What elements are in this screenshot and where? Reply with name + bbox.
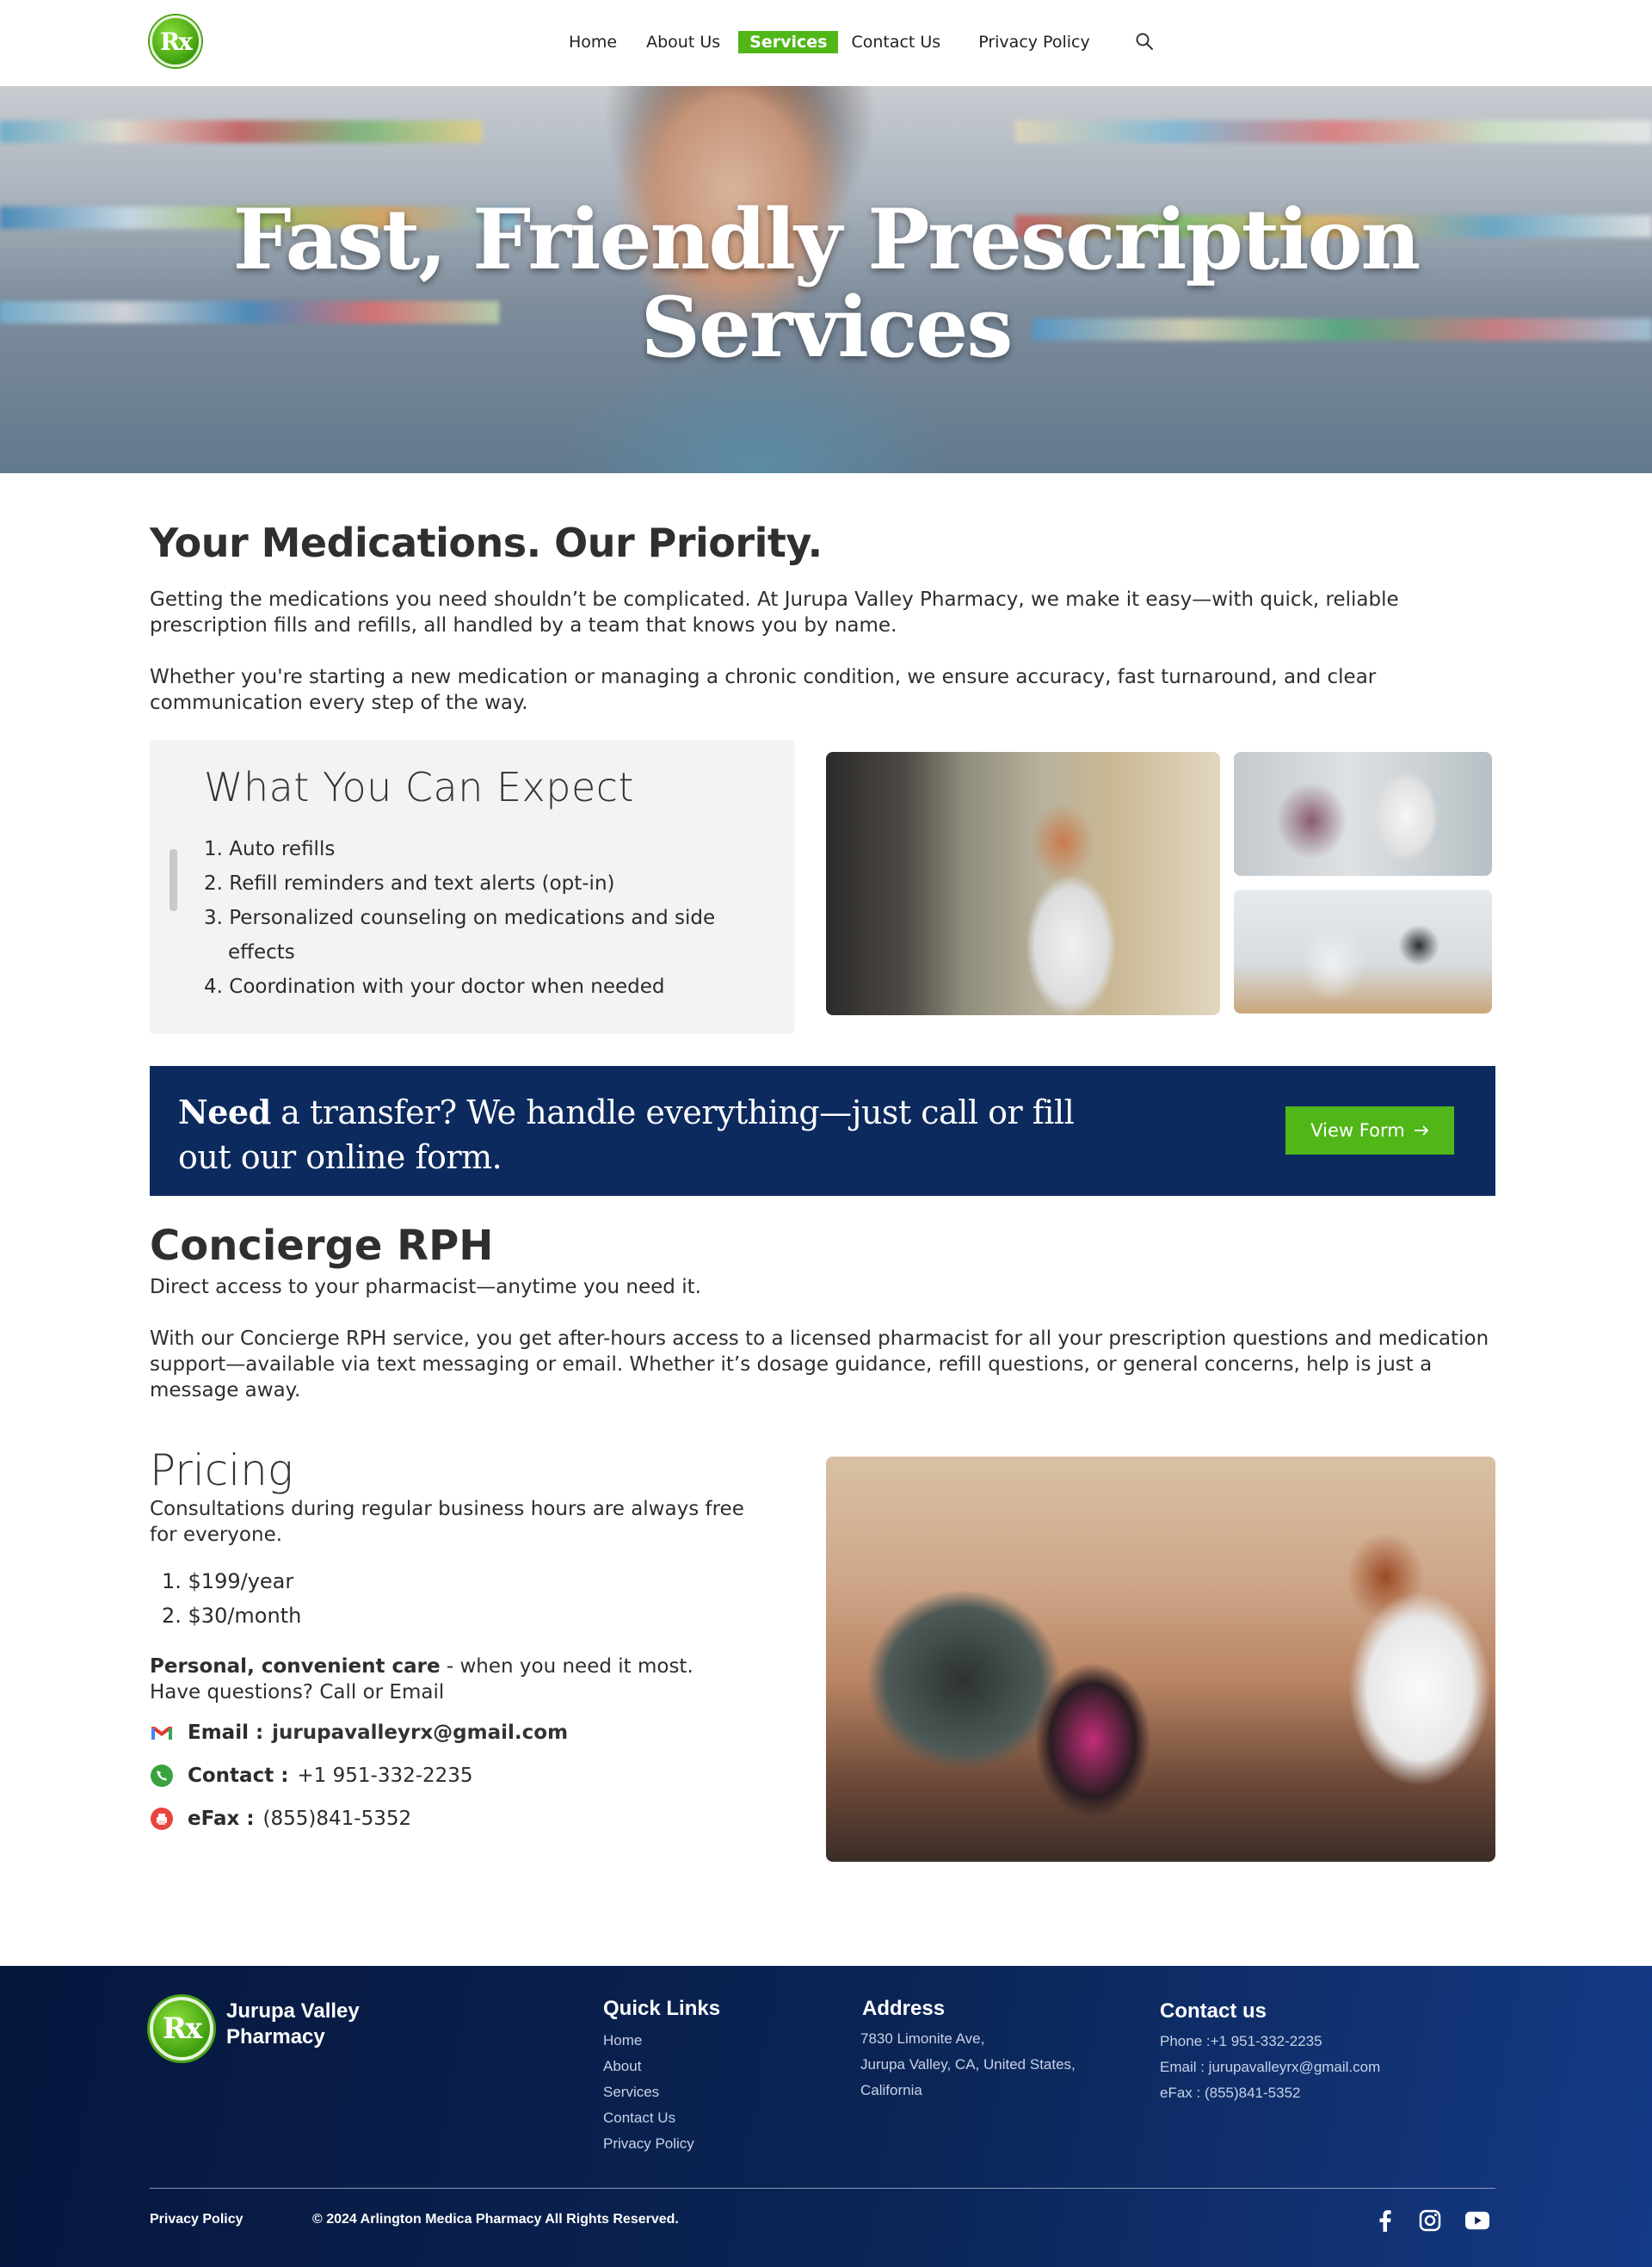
intro-paragraph: Whether you're starting a new medication…	[150, 666, 1377, 714]
search-icon[interactable]	[1134, 31, 1155, 52]
main-nav: Home About Us Services Contact Us Privac…	[558, 29, 1108, 55]
expect-card: What You Can Expect 1. Auto refills 2. R…	[150, 740, 795, 1034]
banner-bold: Need	[178, 1093, 271, 1131]
pricing-heading: Pricing	[150, 1445, 293, 1495]
copyright: © 2024 Arlington Medica Pharmacy All Rig…	[312, 2212, 679, 2227]
footer-contact-list: Phone :+1 951-332-2235 Email : jurupaval…	[1160, 2029, 1380, 2106]
nav-services[interactable]: Services	[738, 31, 839, 53]
footer-link-contact-us[interactable]: Contact Us	[603, 2105, 694, 2131]
footer-phone[interactable]: Phone :+1 951-332-2235	[1160, 2029, 1380, 2054]
gmail-icon	[150, 1721, 174, 1745]
pharmacy-counter-photo	[826, 1457, 1495, 1862]
address-list: 7830 Limonite Ave, Jurupa Valley, CA, Un…	[860, 2026, 1076, 2104]
transfer-banner: Need a transfer? We handle everything—ju…	[150, 1066, 1495, 1196]
arrow-right-icon	[1414, 1125, 1428, 1136]
hero-shelf	[0, 120, 482, 143]
tagline-line2: Have questions? Call or Email	[150, 1681, 445, 1703]
contact-value: +1 951-332-2235	[297, 1765, 473, 1787]
site-footer: Rx Jurupa Valley Pharmacy Quick Links Ho…	[0, 1966, 1652, 2267]
intro-paragraph: Getting the medications you need shouldn…	[150, 588, 1399, 637]
nav-privacy-policy[interactable]: Privacy Policy	[967, 31, 1100, 53]
footer-brand-name: Jurupa Valley Pharmacy	[226, 1999, 360, 2048]
facebook-icon[interactable]	[1373, 2208, 1397, 2233]
view-form-button[interactable]: View Form	[1285, 1106, 1454, 1155]
contact-title: Contact us	[1160, 1999, 1267, 2023]
instagram-icon[interactable]	[1418, 2208, 1442, 2233]
youtube-icon[interactable]	[1465, 2208, 1489, 2233]
rx-logo[interactable]: Rx	[150, 15, 201, 67]
site-header: Rx Home About Us Services Contact Us Pri…	[0, 0, 1652, 86]
section-heading: Your Medications. Our Priority.	[150, 520, 823, 566]
hero-title-line1: Fast, Friendly Prescription	[232, 191, 1421, 288]
footer-divider	[150, 2188, 1495, 2189]
expect-list: 1. Auto refills 2. Refill reminders and …	[204, 832, 737, 1004]
address-line: Jurupa Valley, CA, United States,	[860, 2056, 1076, 2073]
contact-value: jurupavalleyrx@gmail.com	[272, 1722, 569, 1744]
footer-email[interactable]: Email : jurupavalleyrx@gmail.com	[1160, 2054, 1380, 2080]
contact-label: Email :	[188, 1722, 264, 1744]
pricing-note: Consultations during regular business ho…	[150, 1498, 744, 1546]
contact-fax[interactable]: eFax : (855)841-5352	[150, 1807, 411, 1831]
hero-title: Fast, Friendly Prescription Services	[0, 196, 1652, 372]
list-item: 2. Refill reminders and text alerts (opt…	[204, 872, 615, 895]
hero-title-line2: Services	[640, 279, 1014, 376]
list-item: 1. Auto refills	[204, 838, 336, 860]
button-label: View Form	[1310, 1120, 1405, 1141]
footer-link-about[interactable]: About	[603, 2054, 694, 2079]
footer-link-home[interactable]: Home	[603, 2028, 694, 2054]
pharmacist-at-counter-photo	[826, 752, 1220, 1015]
fax-icon	[150, 1807, 174, 1831]
hero-shelf	[1015, 120, 1652, 143]
phone-icon	[150, 1764, 174, 1788]
pharmacist-consultation-photo	[1234, 752, 1492, 876]
address-title: Address	[862, 1997, 946, 2020]
logo-text: Rx	[162, 2011, 203, 2046]
logo-text: Rx	[160, 27, 193, 56]
quick-links-list: Home About Services Contact Us Privacy P…	[603, 2028, 694, 2157]
concierge-body: With our Concierge RPH service, you get …	[150, 1328, 1489, 1401]
pricing-tagline: Personal, convenient care - when you nee…	[150, 1654, 752, 1705]
contact-phone[interactable]: Contact : +1 951-332-2235	[150, 1764, 473, 1788]
concierge-subtitle: Direct access to your pharmacist—anytime…	[150, 1276, 701, 1298]
hero-banner: Fast, Friendly Prescription Services	[0, 86, 1652, 473]
footer-link-services[interactable]: Services	[603, 2079, 694, 2105]
contact-value: (855)841-5352	[262, 1808, 412, 1830]
nav-contact-us[interactable]: Contact Us	[840, 31, 952, 53]
contact-label: Contact :	[188, 1765, 289, 1787]
pharmacist-on-phone-photo	[1234, 890, 1492, 1013]
address-line: California	[860, 2082, 922, 2098]
price-item: 2. $30/month	[162, 1604, 302, 1628]
price-item: 1. $199/year	[162, 1569, 294, 1593]
tagline-rest: - when you need it most.	[440, 1655, 693, 1678]
list-item: 3. Personalized counseling on medication…	[204, 907, 716, 964]
nav-home[interactable]: Home	[558, 31, 628, 53]
concierge-heading: Concierge RPH	[150, 1222, 494, 1270]
footer-rx-logo[interactable]: Rx	[150, 1997, 213, 2061]
footer-privacy-link[interactable]: Privacy Policy	[150, 2212, 243, 2227]
scroll-indicator	[170, 849, 177, 911]
contact-label: eFax :	[188, 1808, 255, 1830]
banner-message: a transfer? We handle everything—just ca…	[178, 1093, 1075, 1176]
price-list: 1. $199/year 2. $30/month	[150, 1564, 301, 1633]
nav-about-us[interactable]: About Us	[635, 31, 731, 53]
banner-text: Need a transfer? We handle everything—ju…	[178, 1090, 1090, 1180]
tagline-bold: Personal, convenient care	[150, 1655, 441, 1678]
expect-title: What You Can Expect	[204, 764, 635, 810]
address-line: 7830 Limonite Ave,	[860, 2030, 985, 2047]
list-item: 4. Coordination with your doctor when ne…	[204, 976, 665, 998]
footer-fax: eFax : (855)841-5352	[1160, 2085, 1301, 2101]
contact-email[interactable]: Email : jurupavalleyrx@gmail.com	[150, 1721, 568, 1745]
quick-links-title: Quick Links	[603, 1997, 721, 2020]
footer-link-privacy-policy[interactable]: Privacy Policy	[603, 2131, 694, 2157]
